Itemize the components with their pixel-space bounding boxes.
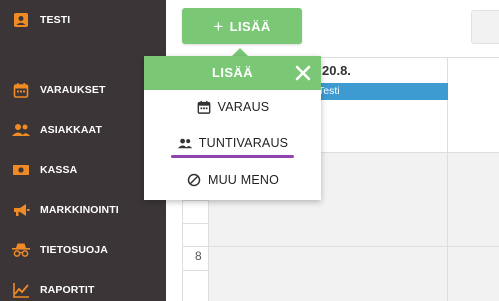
megaphone-icon <box>11 200 31 220</box>
menu-item-label: TUNTIVARAUS <box>198 136 289 150</box>
sidebar: TESTI VARAUKSET ASIAKKAAT KASSA MARKKINO… <box>0 0 166 301</box>
sidebar-item-label: KASSA <box>40 164 78 176</box>
sidebar-item-markkinointi[interactable]: MARKKINOINTI <box>0 195 166 225</box>
dropdown-header: LISÄÄ <box>144 56 321 90</box>
calendar-icon <box>11 80 31 100</box>
chart-line-icon <box>11 280 31 300</box>
sidebar-item-label: ASIAKKAAT <box>40 124 102 136</box>
sidebar-item-label: MARKKINOINTI <box>40 204 119 216</box>
plus-icon: + <box>213 16 224 36</box>
block-icon <box>186 172 202 188</box>
menu-item-tuntivaraus[interactable]: TUNTIVARAUS <box>144 129 321 157</box>
sidebar-item-asiakkaat[interactable]: ASIAKKAAT <box>0 115 166 145</box>
menu-item-varaus[interactable]: VARAUS <box>144 93 321 121</box>
calendar-event[interactable]: Testi <box>308 83 448 100</box>
sidebar-item-label: VARAUKSET <box>40 84 106 96</box>
menu-item-label: VARAUS <box>217 100 270 114</box>
people-icon <box>11 120 31 140</box>
sidebar-item-tietosuoja[interactable]: TIETOSUOJA <box>0 235 166 265</box>
hour-label: 8 <box>195 249 202 263</box>
cash-icon <box>11 160 31 180</box>
add-button[interactable]: + LISÄÄ <box>182 8 302 44</box>
account-box-icon <box>11 10 31 30</box>
sidebar-item-raportit[interactable]: RAPORTIT <box>0 275 166 301</box>
incognito-icon <box>11 240 31 260</box>
sidebar-item-kassa[interactable]: KASSA <box>0 155 166 185</box>
event-label: Testi <box>318 85 340 97</box>
calendar-icon <box>196 99 212 115</box>
sidebar-item-label: TIETOSUOJA <box>40 244 108 256</box>
grid-line <box>182 200 209 201</box>
sidebar-item-label: RAPORTIT <box>40 284 95 296</box>
menu-item-label: MUU MENO <box>207 173 280 187</box>
close-icon[interactable] <box>293 63 313 83</box>
add-button-label: LISÄÄ <box>229 18 271 34</box>
grid-line <box>182 270 209 271</box>
day-header[interactable]: 20.8. <box>322 63 351 78</box>
grid-line <box>182 223 209 224</box>
people-icon <box>177 135 193 151</box>
menu-item-muu-meno[interactable]: MUU MENO <box>144 166 321 194</box>
sidebar-item-testi[interactable]: TESTI <box>0 5 166 35</box>
active-underline <box>171 155 294 158</box>
sidebar-item-label: TESTI <box>40 14 71 26</box>
add-dropdown-menu: LISÄÄ VARAUS TUNTIVARAUS MUU MENO <box>144 56 321 200</box>
sidebar-item-varaukset[interactable]: VARAUKSET <box>0 75 166 105</box>
grid-line <box>182 246 499 247</box>
toolbar-button[interactable] <box>471 10 499 44</box>
